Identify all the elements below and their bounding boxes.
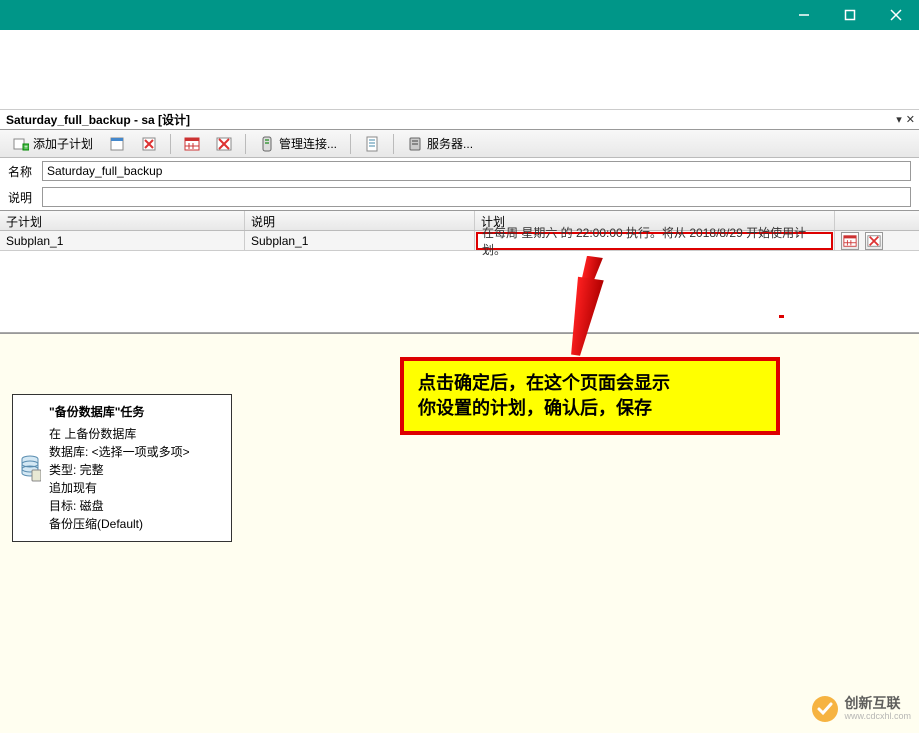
designer-toolbar: + 添加子计划 管理连接... [0, 130, 919, 158]
remove-schedule-icon [216, 136, 232, 152]
schedule-text-highlighted: 在每周 星期六 的 22:00:00 执行。将从 2018/8/29 开始使用计… [476, 232, 833, 250]
name-label: 名称 [8, 163, 36, 180]
watermark-logo-icon [812, 696, 838, 722]
window-titlebar [0, 0, 919, 30]
task-line: 备份压缩(Default) [49, 515, 221, 533]
delete-subplan-button[interactable] [134, 132, 164, 156]
manage-connections-button[interactable]: 管理连接... [252, 132, 344, 156]
reporting-icon [364, 136, 380, 152]
watermark-url: www.cdcxhl.com [844, 712, 911, 722]
stray-mark [779, 315, 784, 318]
reporting-button[interactable] [357, 132, 387, 156]
description-input[interactable] [42, 187, 911, 207]
maximize-button[interactable] [827, 0, 873, 30]
calendar-button[interactable] [177, 132, 207, 156]
connections-icon [259, 136, 275, 152]
servers-button[interactable]: 服务器... [400, 132, 480, 156]
watermark-brand: 创新互联 [844, 696, 911, 711]
task-line: 数据库: <选择一项或多项> [49, 443, 221, 461]
calendar-icon [184, 136, 200, 152]
minimize-button[interactable] [781, 0, 827, 30]
subplan-grid: 子计划 说明 计划 Subplan_1 Subplan_1 在每周 星期六 的 … [0, 211, 919, 251]
add-subplan-icon: + [13, 136, 29, 152]
description-label: 说明 [8, 189, 36, 206]
annotation-line2: 你设置的计划，确认后，保存 [418, 398, 652, 418]
manage-connections-label: 管理连接... [279, 135, 337, 152]
design-surface[interactable]: 点击确定后，在这个页面会显示 你设置的计划，确认后，保存 "备份数据库"任务 在… [0, 333, 919, 733]
schedule-edit-button[interactable] [841, 232, 859, 250]
add-subplan-label: 添加子计划 [33, 135, 93, 152]
servers-label: 服务器... [427, 135, 473, 152]
task-title: "备份数据库"任务 [49, 403, 221, 421]
ribbon-area [0, 30, 919, 110]
document-tab-title[interactable]: Saturday_full_backup - sa [设计] [6, 111, 190, 128]
task-line: 追加现有 [49, 479, 221, 497]
tab-dropdown-icon[interactable]: ▾ [896, 113, 902, 126]
database-task-icon [19, 454, 41, 482]
cell-subplan[interactable]: Subplan_1 [0, 231, 245, 250]
delete-icon [141, 136, 157, 152]
grid-header-description[interactable]: 说明 [245, 211, 475, 230]
task-line: 目标: 磁盘 [49, 497, 221, 515]
grid-header-subplan[interactable]: 子计划 [0, 211, 245, 230]
properties-icon [109, 136, 125, 152]
annotation-line1: 点击确定后，在这个页面会显示 [418, 373, 670, 393]
close-button[interactable] [873, 0, 919, 30]
add-subplan-button[interactable]: + 添加子计划 [6, 132, 100, 156]
name-input[interactable] [42, 161, 911, 181]
cell-schedule[interactable]: 在每周 星期六 的 22:00:00 执行。将从 2018/8/29 开始使用计… [475, 231, 835, 250]
cell-description[interactable]: Subplan_1 [245, 231, 475, 250]
servers-icon [407, 136, 423, 152]
svg-text:+: + [24, 145, 28, 151]
watermark: 创新互联 www.cdcxhl.com [812, 696, 911, 722]
table-row[interactable]: Subplan_1 Subplan_1 在每周 星期六 的 22:00:00 执… [0, 231, 919, 251]
tab-close-icon[interactable]: ✕ [906, 113, 915, 126]
subplan-properties-button[interactable] [102, 132, 132, 156]
backup-database-task[interactable]: "备份数据库"任务 在 上备份数据库 数据库: <选择一项或多项> 类型: 完整… [12, 394, 232, 542]
remove-schedule-button[interactable] [209, 132, 239, 156]
plan-form: 名称 说明 [0, 158, 919, 211]
task-line: 类型: 完整 [49, 461, 221, 479]
task-line: 在 上备份数据库 [49, 425, 221, 443]
document-tab-header: Saturday_full_backup - sa [设计] ▾ ✕ [0, 110, 919, 130]
annotation-callout: 点击确定后，在这个页面会显示 你设置的计划，确认后，保存 [400, 357, 780, 435]
schedule-remove-button[interactable] [865, 232, 883, 250]
